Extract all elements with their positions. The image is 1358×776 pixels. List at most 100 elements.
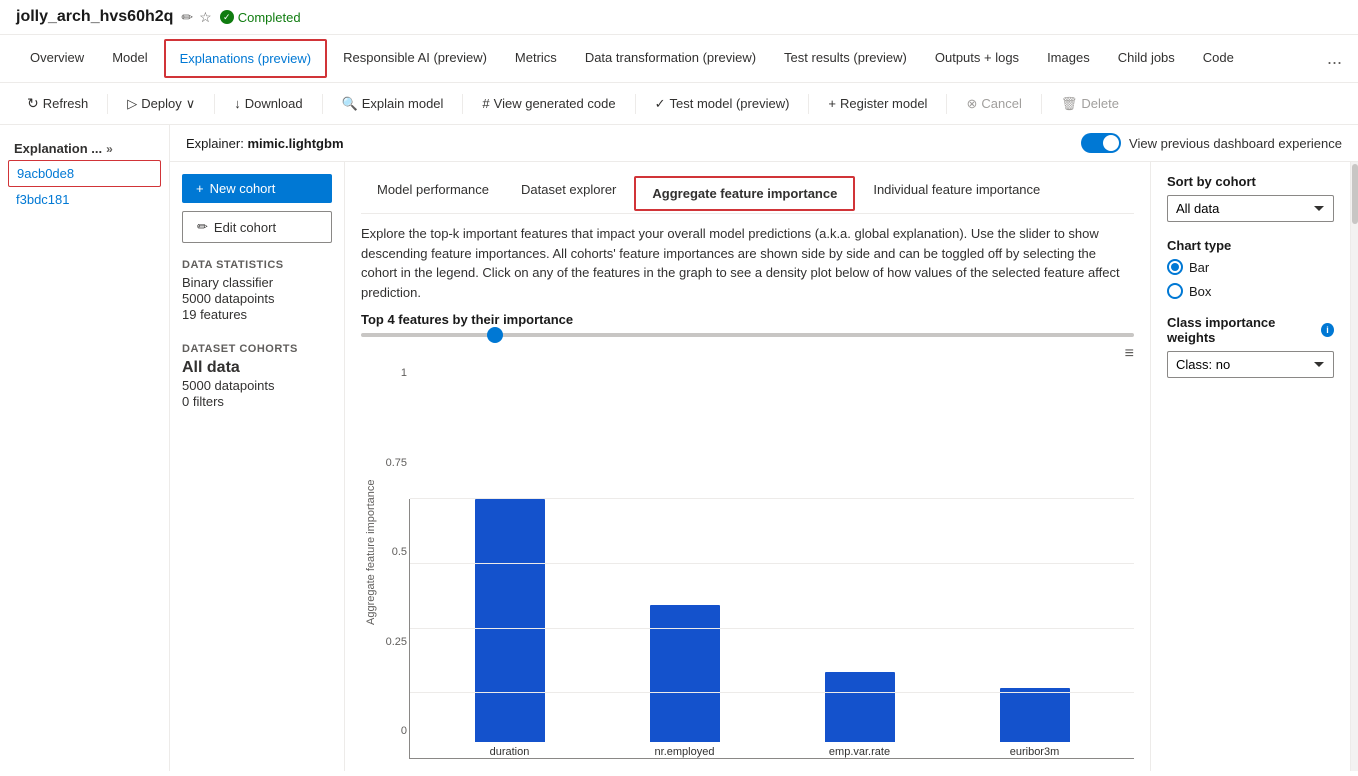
chart-content: ≡ 1 0.75 0.5 0.25 0 <box>377 345 1134 759</box>
chart-type-section: Chart type Bar Box <box>1167 238 1334 299</box>
tab-explanations[interactable]: Explanations (preview) <box>164 39 328 78</box>
cohort-filters: 0 filters <box>182 394 332 409</box>
dataset-cohorts-section: DATASET COHORTS All data 5000 datapoints… <box>182 343 332 410</box>
cancel-label: Cancel <box>981 96 1021 111</box>
toolbar-separator-7 <box>946 94 947 114</box>
tab-child-jobs[interactable]: Child jobs <box>1104 40 1189 77</box>
status-text: Completed <box>238 10 301 25</box>
tab-test-results[interactable]: Test results (preview) <box>770 40 921 77</box>
data-statistics-section: DATA STATISTICS Binary classifier 5000 d… <box>182 259 332 323</box>
tab-code[interactable]: Code <box>1189 40 1248 77</box>
chart-type-label: Chart type <box>1167 238 1334 253</box>
sidebar-expand-icon[interactable]: » <box>106 142 113 156</box>
cohort-datapoints: 5000 datapoints <box>182 378 332 393</box>
class-importance-info-icon[interactable]: i <box>1321 323 1334 337</box>
cancel-button[interactable]: ⊗ Cancel <box>955 90 1032 118</box>
refresh-button[interactable]: ↻ Refresh <box>16 89 99 118</box>
bar-chart: duration nr.employed e <box>409 499 1134 759</box>
explain-label: Explain model <box>362 96 444 111</box>
tab-model[interactable]: Model <box>98 40 161 77</box>
toolbar-separator-2 <box>214 94 215 114</box>
top-header: jolly_arch_hvs60h2q ✏ ☆ Completed <box>0 0 1358 35</box>
grid-line-050 <box>410 628 1134 629</box>
deploy-button[interactable]: ▷ Deploy ∨ <box>116 90 206 118</box>
download-button[interactable]: ↓ Download <box>223 90 313 117</box>
bar-nr-employed[interactable]: nr.employed <box>605 499 764 758</box>
test-check-icon: ✓ <box>655 96 666 112</box>
sort-by-cohort-dropdown[interactable]: All data 9acb0de8 f3bdc181 <box>1167 195 1334 222</box>
job-title: jolly_arch_hvs60h2q <box>16 8 173 26</box>
chart-menu-button[interactable]: ≡ <box>1125 345 1134 363</box>
scrollbar[interactable] <box>1350 162 1358 771</box>
bar-emp-var-rate[interactable]: emp.var.rate <box>780 499 939 758</box>
bar-nr-employed-label: nr.employed <box>655 746 715 758</box>
bar-euribor3m[interactable]: euribor3m <box>955 499 1114 758</box>
class-importance-heading: Class importance weights i <box>1167 315 1334 345</box>
status-icon <box>220 10 234 24</box>
chart-title: Top 4 features by their importance <box>361 312 1134 327</box>
features-count: 19 features <box>182 307 332 322</box>
delete-button[interactable]: 🗑 Delete <box>1050 90 1130 118</box>
cohort-display-name: All data <box>182 359 332 377</box>
favorite-star-icon[interactable]: ☆ <box>199 9 212 26</box>
bar-duration[interactable]: duration <box>430 499 589 758</box>
edit-cohort-button[interactable]: ✏ Edit cohort <box>182 211 332 243</box>
plus-icon: + <box>196 181 204 196</box>
tab-outputs-logs[interactable]: Outputs + logs <box>921 40 1033 77</box>
scrollbar-thumb[interactable] <box>1352 164 1358 224</box>
y-tick-0: 0 <box>377 725 407 737</box>
sub-tab-individual-feature-importance[interactable]: Individual feature importance <box>857 174 1056 213</box>
chart-type-bar-option[interactable]: Bar <box>1167 259 1334 275</box>
tab-data-transformation[interactable]: Data transformation (preview) <box>571 40 770 77</box>
sub-tab-dataset-explorer[interactable]: Dataset explorer <box>505 174 632 213</box>
main-content: Explanation ... » 9acb0de8 f3bdc181 Expl… <box>0 125 1358 771</box>
bar-duration-label: duration <box>490 746 530 758</box>
chart-controls: Sort by cohort All data 9acb0de8 f3bdc18… <box>1150 162 1350 771</box>
toolbar: ↻ Refresh ▷ Deploy ∨ ↓ Download 🔍 Explai… <box>0 83 1358 125</box>
cohort-item-9acb0de8[interactable]: 9acb0de8 <box>8 160 161 187</box>
refresh-icon: ↻ <box>27 95 39 112</box>
toolbar-separator-3 <box>322 94 323 114</box>
chart-type-radio-group: Bar Box <box>1167 259 1334 299</box>
explanation-sidebar: Explanation ... » 9acb0de8 f3bdc181 <box>0 125 170 771</box>
tab-responsible-ai[interactable]: Responsible AI (preview) <box>329 40 501 77</box>
bar-chart-wrapper: Aggregate feature importance ≡ 1 0.75 0.… <box>361 345 1134 759</box>
bar-radio-label: Bar <box>1189 260 1209 275</box>
register-plus-icon: + <box>828 96 836 111</box>
tab-images[interactable]: Images <box>1033 40 1104 77</box>
nav-more-icon[interactable]: ... <box>1327 48 1342 69</box>
toolbar-separator-5 <box>635 94 636 114</box>
dataset-cohorts-heading: DATASET COHORTS <box>182 343 332 355</box>
delete-label: Delete <box>1081 96 1119 111</box>
delete-trash-icon: 🗑 <box>1061 96 1078 112</box>
cohort-item-f3bdc181[interactable]: f3bdc181 <box>8 187 161 212</box>
features-slider[interactable] <box>361 333 1134 337</box>
new-cohort-button[interactable]: + New cohort <box>182 174 332 203</box>
register-model-button[interactable]: + Register model <box>817 90 938 117</box>
sub-tab-model-performance[interactable]: Model performance <box>361 174 505 213</box>
explainer-value: mimic.lightgbm <box>247 136 343 151</box>
view-generated-code-button[interactable]: # View generated code <box>471 90 626 117</box>
y-tick-1: 1 <box>377 367 407 379</box>
bar-duration-rect <box>475 499 545 742</box>
toolbar-separator-8 <box>1041 94 1042 114</box>
sort-by-cohort-label: Sort by cohort <box>1167 174 1334 189</box>
edit-name-icon[interactable]: ✏ <box>181 9 193 26</box>
status-badge: Completed <box>220 10 301 25</box>
sort-by-cohort-section: Sort by cohort All data 9acb0de8 f3bdc18… <box>1167 174 1334 222</box>
chart-type-box-option[interactable]: Box <box>1167 283 1334 299</box>
classifier-type: Binary classifier <box>182 275 332 290</box>
datapoints-count: 5000 datapoints <box>182 291 332 306</box>
box-radio-label: Box <box>1189 284 1211 299</box>
grid-line-075 <box>410 563 1134 564</box>
test-model-button[interactable]: ✓ Test model (preview) <box>644 90 801 118</box>
sub-tab-aggregate-feature-importance[interactable]: Aggregate feature importance <box>634 176 855 211</box>
tab-metrics[interactable]: Metrics <box>501 40 571 77</box>
dashboard-toggle[interactable] <box>1081 133 1121 153</box>
code-hash-icon: # <box>482 96 489 111</box>
class-importance-dropdown[interactable]: Class: no Class: yes <box>1167 351 1334 378</box>
explain-model-button[interactable]: 🔍 Explain model <box>331 90 455 118</box>
chart-description: Explore the top-k important features tha… <box>361 224 1134 302</box>
class-importance-label-text: Class importance weights <box>1167 315 1317 345</box>
tab-overview[interactable]: Overview <box>16 40 98 77</box>
